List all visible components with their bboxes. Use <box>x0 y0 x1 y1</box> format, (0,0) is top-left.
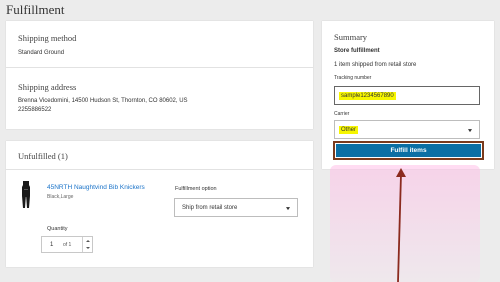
increment-icon[interactable] <box>86 240 90 242</box>
carrier-value: Other <box>339 125 359 134</box>
divider <box>6 169 313 170</box>
page-title: Fulfillment <box>6 2 65 17</box>
shipping-method-value: Standard Ground <box>18 50 65 56</box>
tracking-number-value: sample1234567890 <box>339 91 396 100</box>
product-name-link[interactable]: 45NRTH Naughtvind Bib Knickers <box>47 184 145 191</box>
tracking-number-input[interactable]: sample1234567890 <box>334 86 480 105</box>
summary-card: Summary Store fulfillment 1 item shipped… <box>322 21 494 169</box>
divider <box>6 67 313 68</box>
product-thumbnail-icon <box>20 181 32 209</box>
quantity-spinner[interactable] <box>82 237 92 252</box>
carrier-select[interactable]: Other <box>334 120 480 139</box>
summary-description: 1 item shipped from retail store <box>334 62 417 68</box>
quantity-of-total: of 1 <box>63 242 72 248</box>
carrier-label: Carrier <box>334 111 350 117</box>
fulfill-items-label: Fulfill items <box>336 144 481 157</box>
summary-heading: Summary <box>334 32 368 42</box>
fulfillment-option-select[interactable]: Ship from retail store <box>174 198 298 217</box>
unfulfilled-heading: Unfulfilled (1) <box>18 151 68 161</box>
fulfillment-option-label: Fulfillment option <box>175 186 217 192</box>
shipping-phone: 2255886522 <box>18 107 52 113</box>
product-variant: Black,Large <box>47 194 74 200</box>
shipping-address-line: Brenna Vicedomini, 14500 Hudson St, Thor… <box>18 98 188 104</box>
quantity-value: 1 <box>50 242 54 248</box>
shipping-method-heading: Shipping method <box>18 33 77 43</box>
fulfillment-option-value: Ship from retail store <box>182 204 238 211</box>
quantity-stepper[interactable]: 1 of 1 <box>41 236 93 253</box>
decrement-icon[interactable] <box>86 247 90 249</box>
summary-subheading: Store fulfillment <box>334 48 380 54</box>
chevron-down-icon <box>286 206 290 210</box>
quantity-label: Quantity <box>47 226 68 232</box>
arrow-up-icon <box>393 168 409 282</box>
tracking-number-label: Tracking number <box>334 75 372 81</box>
shipping-info-card: Shipping method Standard Ground Shipping… <box>6 21 313 129</box>
chevron-down-icon <box>468 128 472 132</box>
shipping-address-heading: Shipping address <box>18 82 77 92</box>
fulfill-items-button[interactable]: Fulfill items <box>333 141 484 160</box>
